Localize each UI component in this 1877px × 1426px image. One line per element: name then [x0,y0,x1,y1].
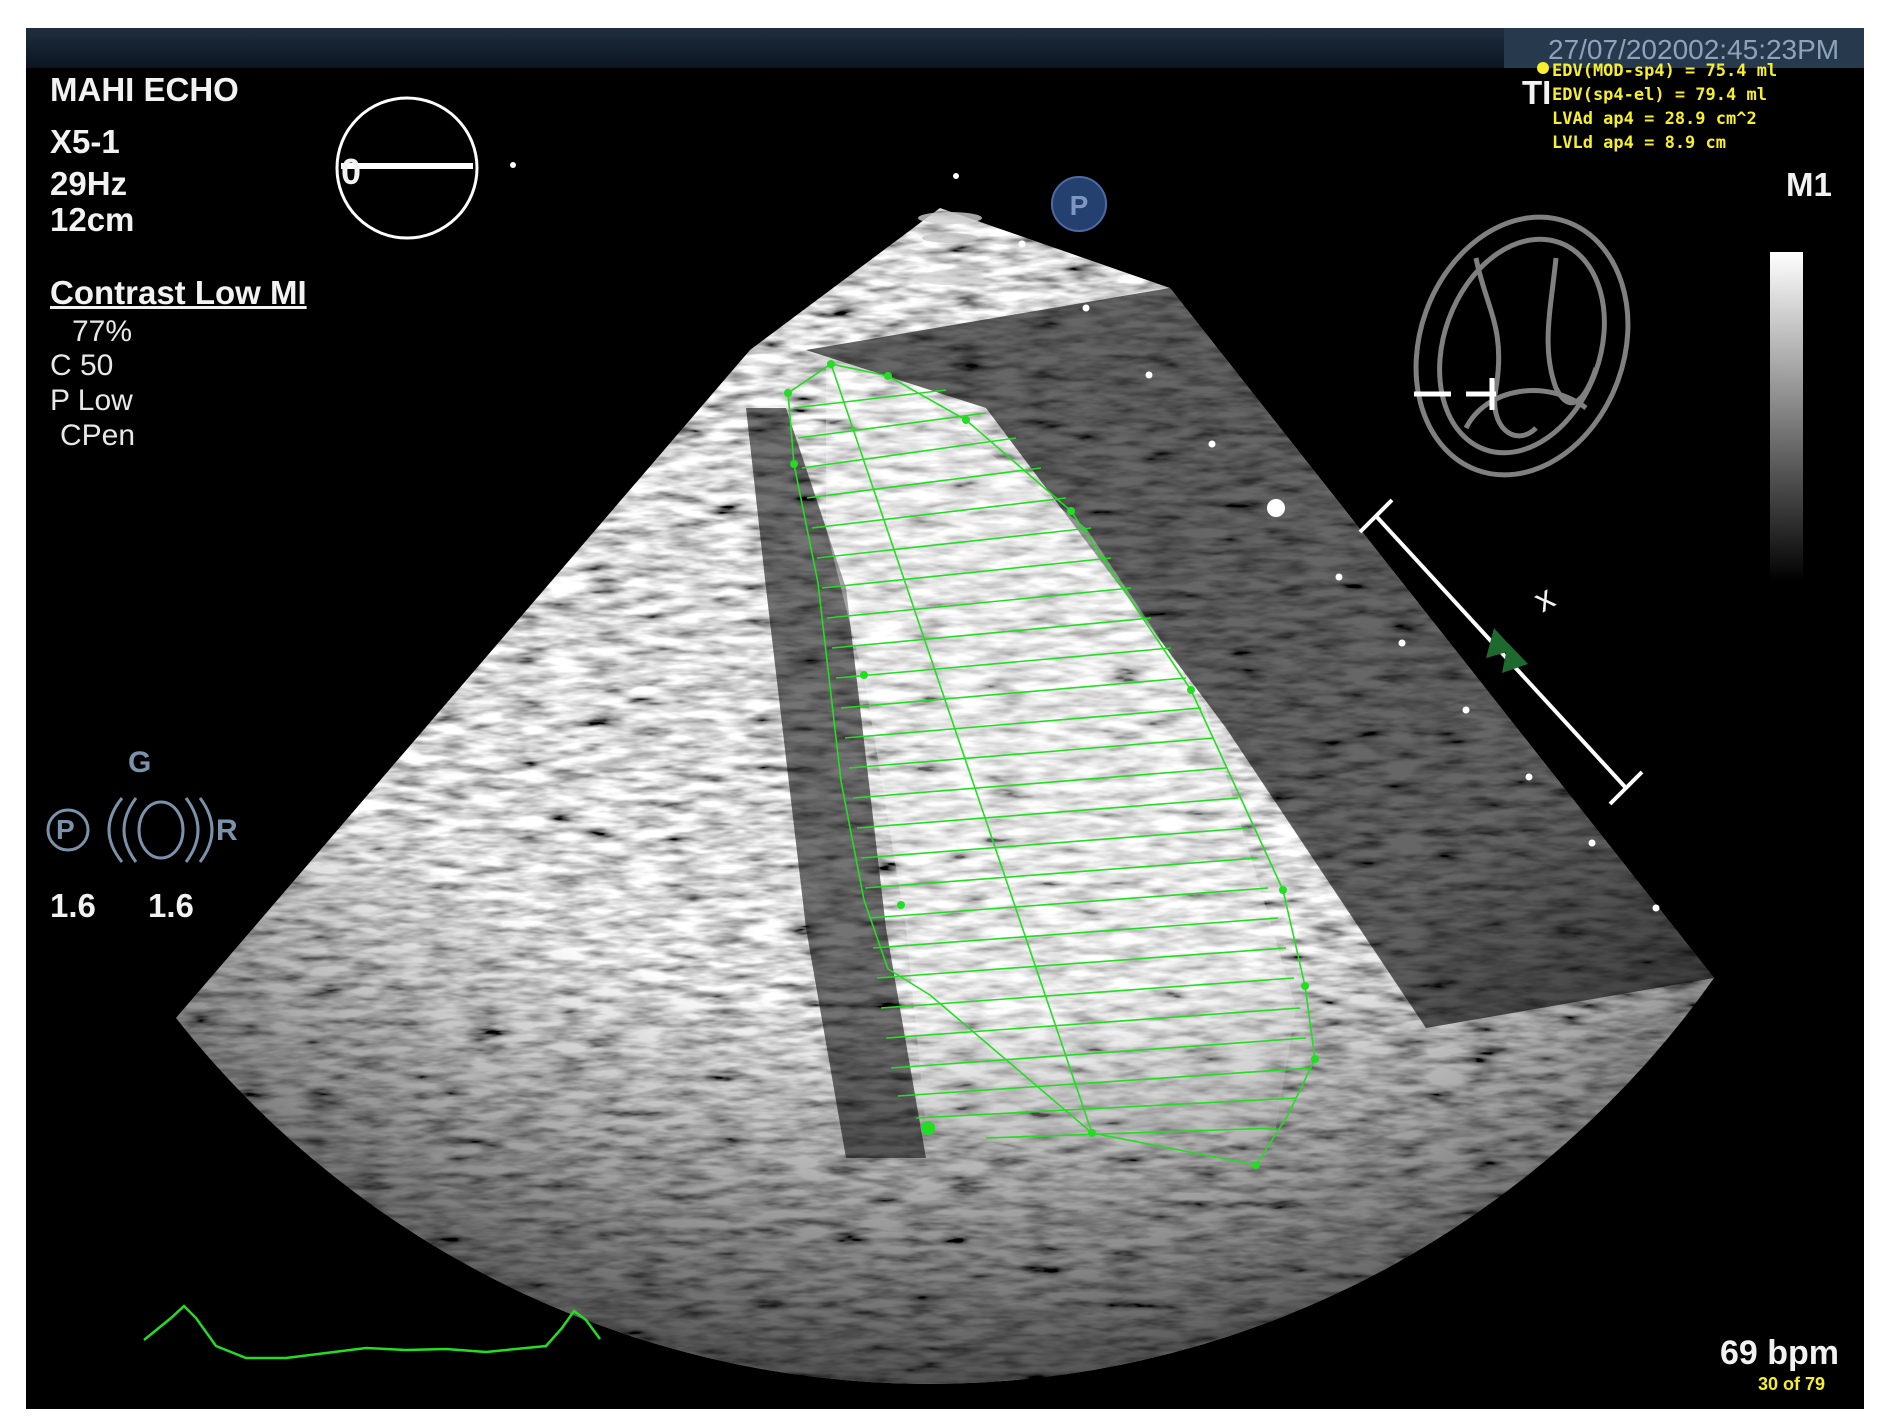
echo-screen: P 27/07/202002:45:23PM EDV(MOD-sp4) = 75… [26,28,1864,1409]
ecg-trace [143,1304,602,1360]
gain-value: 1.6 [50,887,96,924]
gain-label: G [128,746,152,779]
res-value: 1.6 [148,887,194,924]
mode-param-preset: CPen [60,419,136,452]
ultrasound-sector-image: P [46,96,1803,1384]
depth: 12cm [50,201,135,238]
orientation-circle-icon [335,96,516,240]
measurement-edv-mod: EDV(MOD-sp4) = 75.4 ml [1552,61,1778,81]
mode-param-persistence: P Low [50,384,133,417]
focus-markers [1486,628,1528,673]
institution-name: MAHI ECHO [50,71,239,108]
heart-apical-icon [1413,214,1631,478]
ti-label: TI [1522,74,1552,111]
greyscale-bar [1770,252,1803,582]
measurement-lvld: LVLd ap4 = 8.9 cm [1552,133,1726,153]
mode-title: Contrast Low MI [50,274,307,311]
frame-counter: 30 of 79 [1758,1374,1826,1394]
map-label: M1 [1786,166,1832,203]
measurement-bullet [1537,62,1549,74]
heart-rate: 69 bpm [1720,1334,1840,1372]
measurement-edv-el: EDV(sp4-el) = 79.4 ml [1552,85,1767,105]
res-label: R [216,814,238,847]
mode-param-power: 77% [72,315,133,348]
probe-name: X5-1 [50,123,120,160]
measurement-lvad: LVAd ap4 = 28.9 cm^2 [1552,109,1757,129]
frame-rate: 29Hz [50,165,128,202]
svg-text:P: P [1070,190,1089,221]
angle-value: 0 [341,151,362,192]
probe-p-icon: P [1051,176,1107,232]
pulse-p-label: P [56,814,75,845]
mode-param-compression: C 50 [50,349,114,382]
